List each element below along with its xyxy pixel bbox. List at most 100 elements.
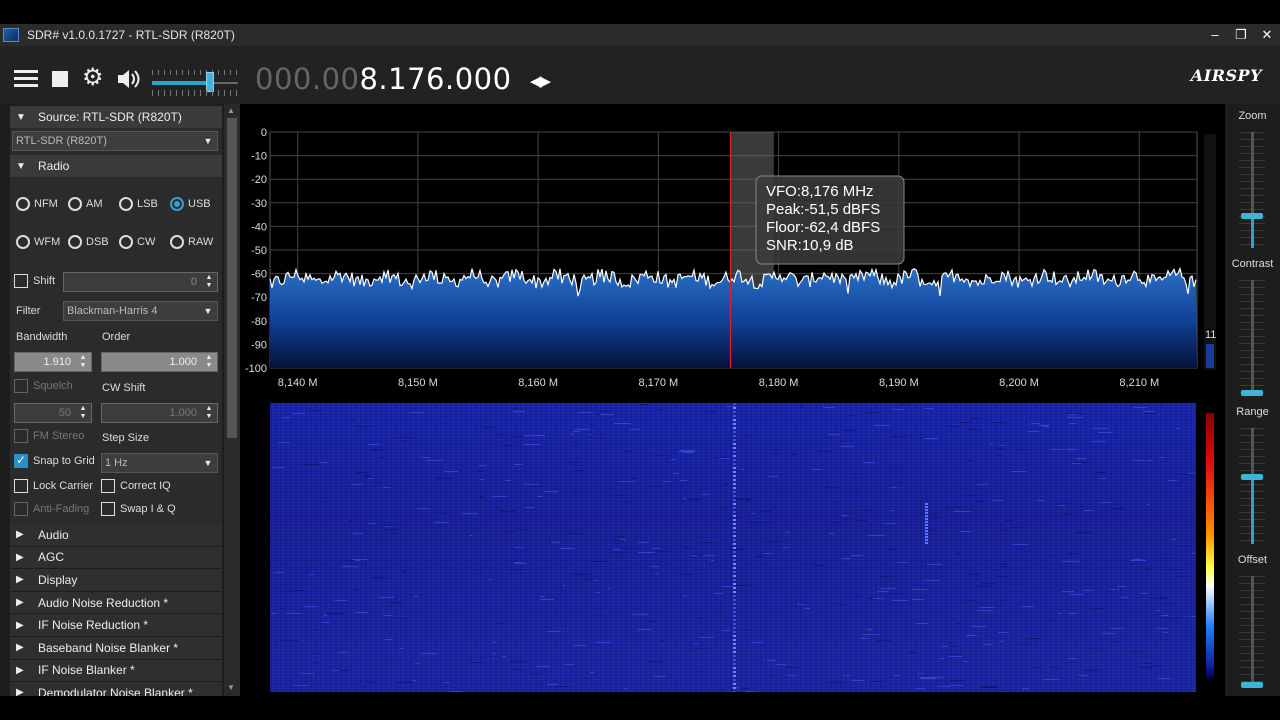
expand-arrow-icon: ▶ (16, 664, 24, 676)
y-tick-label: -10 (251, 151, 267, 163)
section-audio-noise-reduction[interactable]: ▶ Audio Noise Reduction * (10, 591, 222, 615)
section-baseband-noise-blanker[interactable]: ▶ Baseband Noise Blanker * (10, 636, 222, 660)
tune-arrows-icon[interactable]: ◀▶ (530, 72, 551, 90)
app-icon (3, 28, 19, 42)
y-tick-label: -30 (251, 198, 267, 210)
mode-cw-radio[interactable]: CW (119, 235, 155, 249)
range-thumb[interactable] (1241, 474, 1263, 481)
order-input[interactable]: 1.000 ▲ ▼ (101, 352, 218, 372)
section-if-noise-blanker[interactable]: ▶ IF Noise Blanker * (10, 659, 222, 683)
cw-shift-label: CW Shift (102, 382, 146, 394)
section-label: IF Noise Blanker * (38, 663, 135, 678)
squelch-checkbox[interactable]: Squelch (14, 379, 73, 393)
expand-arrow-icon: ▶ (16, 551, 24, 563)
title-bar: SDR# v1.0.0.1727 - RTL-SDR (R820T) – ❐ ✕ (0, 24, 1280, 46)
window-controls: – ❐ ✕ (1202, 24, 1280, 46)
correct-iq-checkbox[interactable]: Correct IQ (101, 479, 171, 493)
filter-dropdown[interactable]: Blackman-Harris 4 ▼ (63, 301, 218, 321)
section-agc[interactable]: ▶ AGC (10, 546, 222, 570)
offset-label: Offset (1237, 554, 1268, 566)
mode-nfm-radio[interactable]: NFM (16, 197, 58, 211)
scroll-down-icon[interactable]: ▼ (227, 683, 235, 692)
source-section-header[interactable]: ▼ Source: RTL-SDR (R820T) (10, 106, 222, 128)
fm-stereo-checkbox[interactable]: FM Stereo (14, 429, 84, 443)
swap-iq-checkbox[interactable]: Swap I & Q (101, 502, 176, 516)
zoom-thumb[interactable] (1241, 213, 1263, 220)
waterfall-display[interactable] (242, 399, 1225, 696)
shift-value-input[interactable]: 0 ▲ ▼ (63, 272, 218, 292)
waterfall-image[interactable] (270, 403, 1196, 692)
contrast-thumb[interactable] (1241, 390, 1263, 396)
contrast-label: Contrast (1231, 258, 1274, 270)
radio-section-header[interactable]: ▼ Radio (10, 155, 222, 177)
section-label: IF Noise Reduction * (38, 618, 149, 633)
scrollbar-thumb[interactable] (227, 118, 237, 438)
section-label: Audio (38, 527, 69, 542)
window-title: SDR# v1.0.0.1727 - RTL-SDR (R820T) (27, 28, 235, 42)
hamburger-menu-icon[interactable] (14, 70, 38, 90)
x-tick-label: 8,190 M (879, 377, 919, 389)
lock-carrier-checkbox[interactable]: Lock Carrier (14, 479, 93, 493)
restore-icon[interactable]: ❐ (1228, 24, 1254, 46)
waterfall-colorbar (1206, 413, 1214, 679)
offset-slider[interactable] (1239, 576, 1265, 688)
mode-lsb-radio[interactable]: LSB (119, 197, 158, 211)
frequency-display[interactable]: 000.008.176.000 (255, 62, 512, 96)
volume-thumb[interactable] (206, 72, 215, 92)
y-tick-label: -70 (251, 292, 267, 304)
step-size-value: 1 Hz (105, 457, 128, 469)
zoom-label: Zoom (1238, 110, 1267, 122)
frequency-leading-digits: 000.00 (255, 62, 360, 96)
collapsed-sections: ▶ Audio ▶ AGC ▶ Display ▶ Audio Noise Reduction… (10, 524, 222, 705)
filter-dropdown-value: Blackman-Harris 4 (67, 305, 158, 317)
x-tick-label: 8,200 M (999, 377, 1039, 389)
y-tick-label: -60 (251, 269, 267, 281)
expand-arrow-icon: ▶ (16, 597, 24, 609)
expand-arrow-icon: ▶ (16, 529, 24, 541)
section-audio[interactable]: ▶ Audio (10, 524, 222, 547)
frequency-active-digits: 8.176.000 (359, 62, 512, 96)
spectrum-analyzer[interactable]: 0 -10 -20 -30 -40 -50 -60 -70 -80 -90 -100 8,140 M… (242, 104, 1225, 396)
range-label: Range (1236, 406, 1269, 418)
stop-icon[interactable] (52, 71, 68, 87)
bandwidth-input[interactable]: 1.910 ▲ ▼ (14, 352, 92, 372)
squelch-input[interactable]: 50 ▲ ▼ (14, 403, 92, 423)
expand-arrow-icon: ▶ (16, 619, 24, 631)
contrast-slider[interactable] (1239, 280, 1265, 396)
speaker-icon[interactable] (116, 68, 142, 95)
scroll-up-icon[interactable]: ▲ (227, 106, 235, 115)
cw-shift-input[interactable]: 1.000 ▲ ▼ (101, 403, 218, 423)
spectrum-plot[interactable]: 0 -10 -20 -30 -40 -50 -60 -70 -80 -90 -100 8,140 M… (242, 104, 1225, 396)
zoom-slider[interactable] (1239, 132, 1265, 248)
mode-dsb-radio[interactable]: DSB (68, 235, 109, 249)
section-display[interactable]: ▶ Display (10, 569, 222, 592)
filter-label: Filter (16, 305, 41, 317)
x-tick-label: 8,180 M (759, 377, 799, 389)
device-dropdown-value: RTL-SDR (R820T) (16, 135, 107, 147)
signal-level-bar (1206, 344, 1214, 368)
section-if-noise-reduction[interactable]: ▶ IF Noise Reduction * (10, 614, 222, 637)
offset-thumb[interactable] (1241, 682, 1263, 688)
close-icon[interactable]: ✕ (1254, 24, 1280, 46)
anti-fading-checkbox[interactable]: Anti-Fading (14, 502, 89, 516)
source-header-label: Source: RTL-SDR (R820T) (38, 110, 182, 124)
minimize-icon[interactable]: – (1202, 24, 1228, 46)
display-controls-panel: Zoom Contrast Range Offset (1225, 104, 1280, 696)
mode-am-radio[interactable]: AM (68, 197, 103, 211)
y-tick-label: -50 (251, 245, 267, 257)
step-size-dropdown[interactable]: 1 Hz ▼ (101, 453, 218, 473)
expand-arrow-icon: ▶ (16, 642, 24, 654)
letterbox-bottom (0, 696, 1280, 720)
mode-wfm-radio[interactable]: WFM (16, 235, 60, 249)
range-slider[interactable] (1239, 428, 1265, 544)
device-dropdown[interactable]: RTL-SDR (R820T) ▼ (12, 131, 218, 151)
volume-slider[interactable] (152, 70, 238, 102)
mode-usb-radio[interactable]: USB (170, 197, 211, 211)
gear-icon[interactable]: ⚙ (82, 66, 104, 90)
shift-checkbox[interactable]: Shift (14, 274, 55, 288)
snap-to-grid-checkbox[interactable]: Snap to Grid (14, 453, 95, 468)
y-tick-label: -20 (251, 174, 267, 186)
x-tick-label: 8,140 M (278, 377, 318, 389)
mode-raw-radio[interactable]: RAW (170, 235, 213, 249)
settings-scrollbar[interactable]: ▲ ▼ (224, 104, 240, 696)
